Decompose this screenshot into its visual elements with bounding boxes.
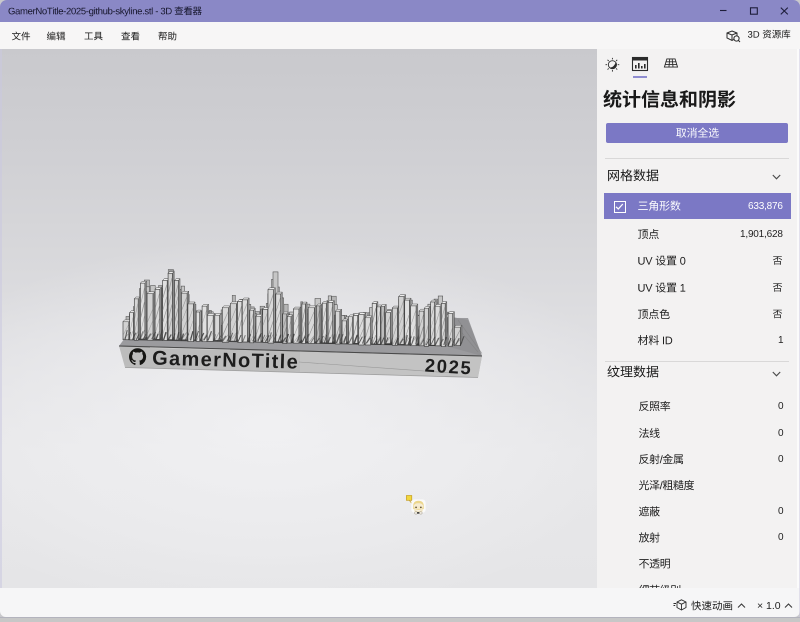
svg-text:GamerNoTitle: GamerNoTitle [152, 348, 300, 374]
svg-text:2025: 2025 [424, 355, 473, 379]
